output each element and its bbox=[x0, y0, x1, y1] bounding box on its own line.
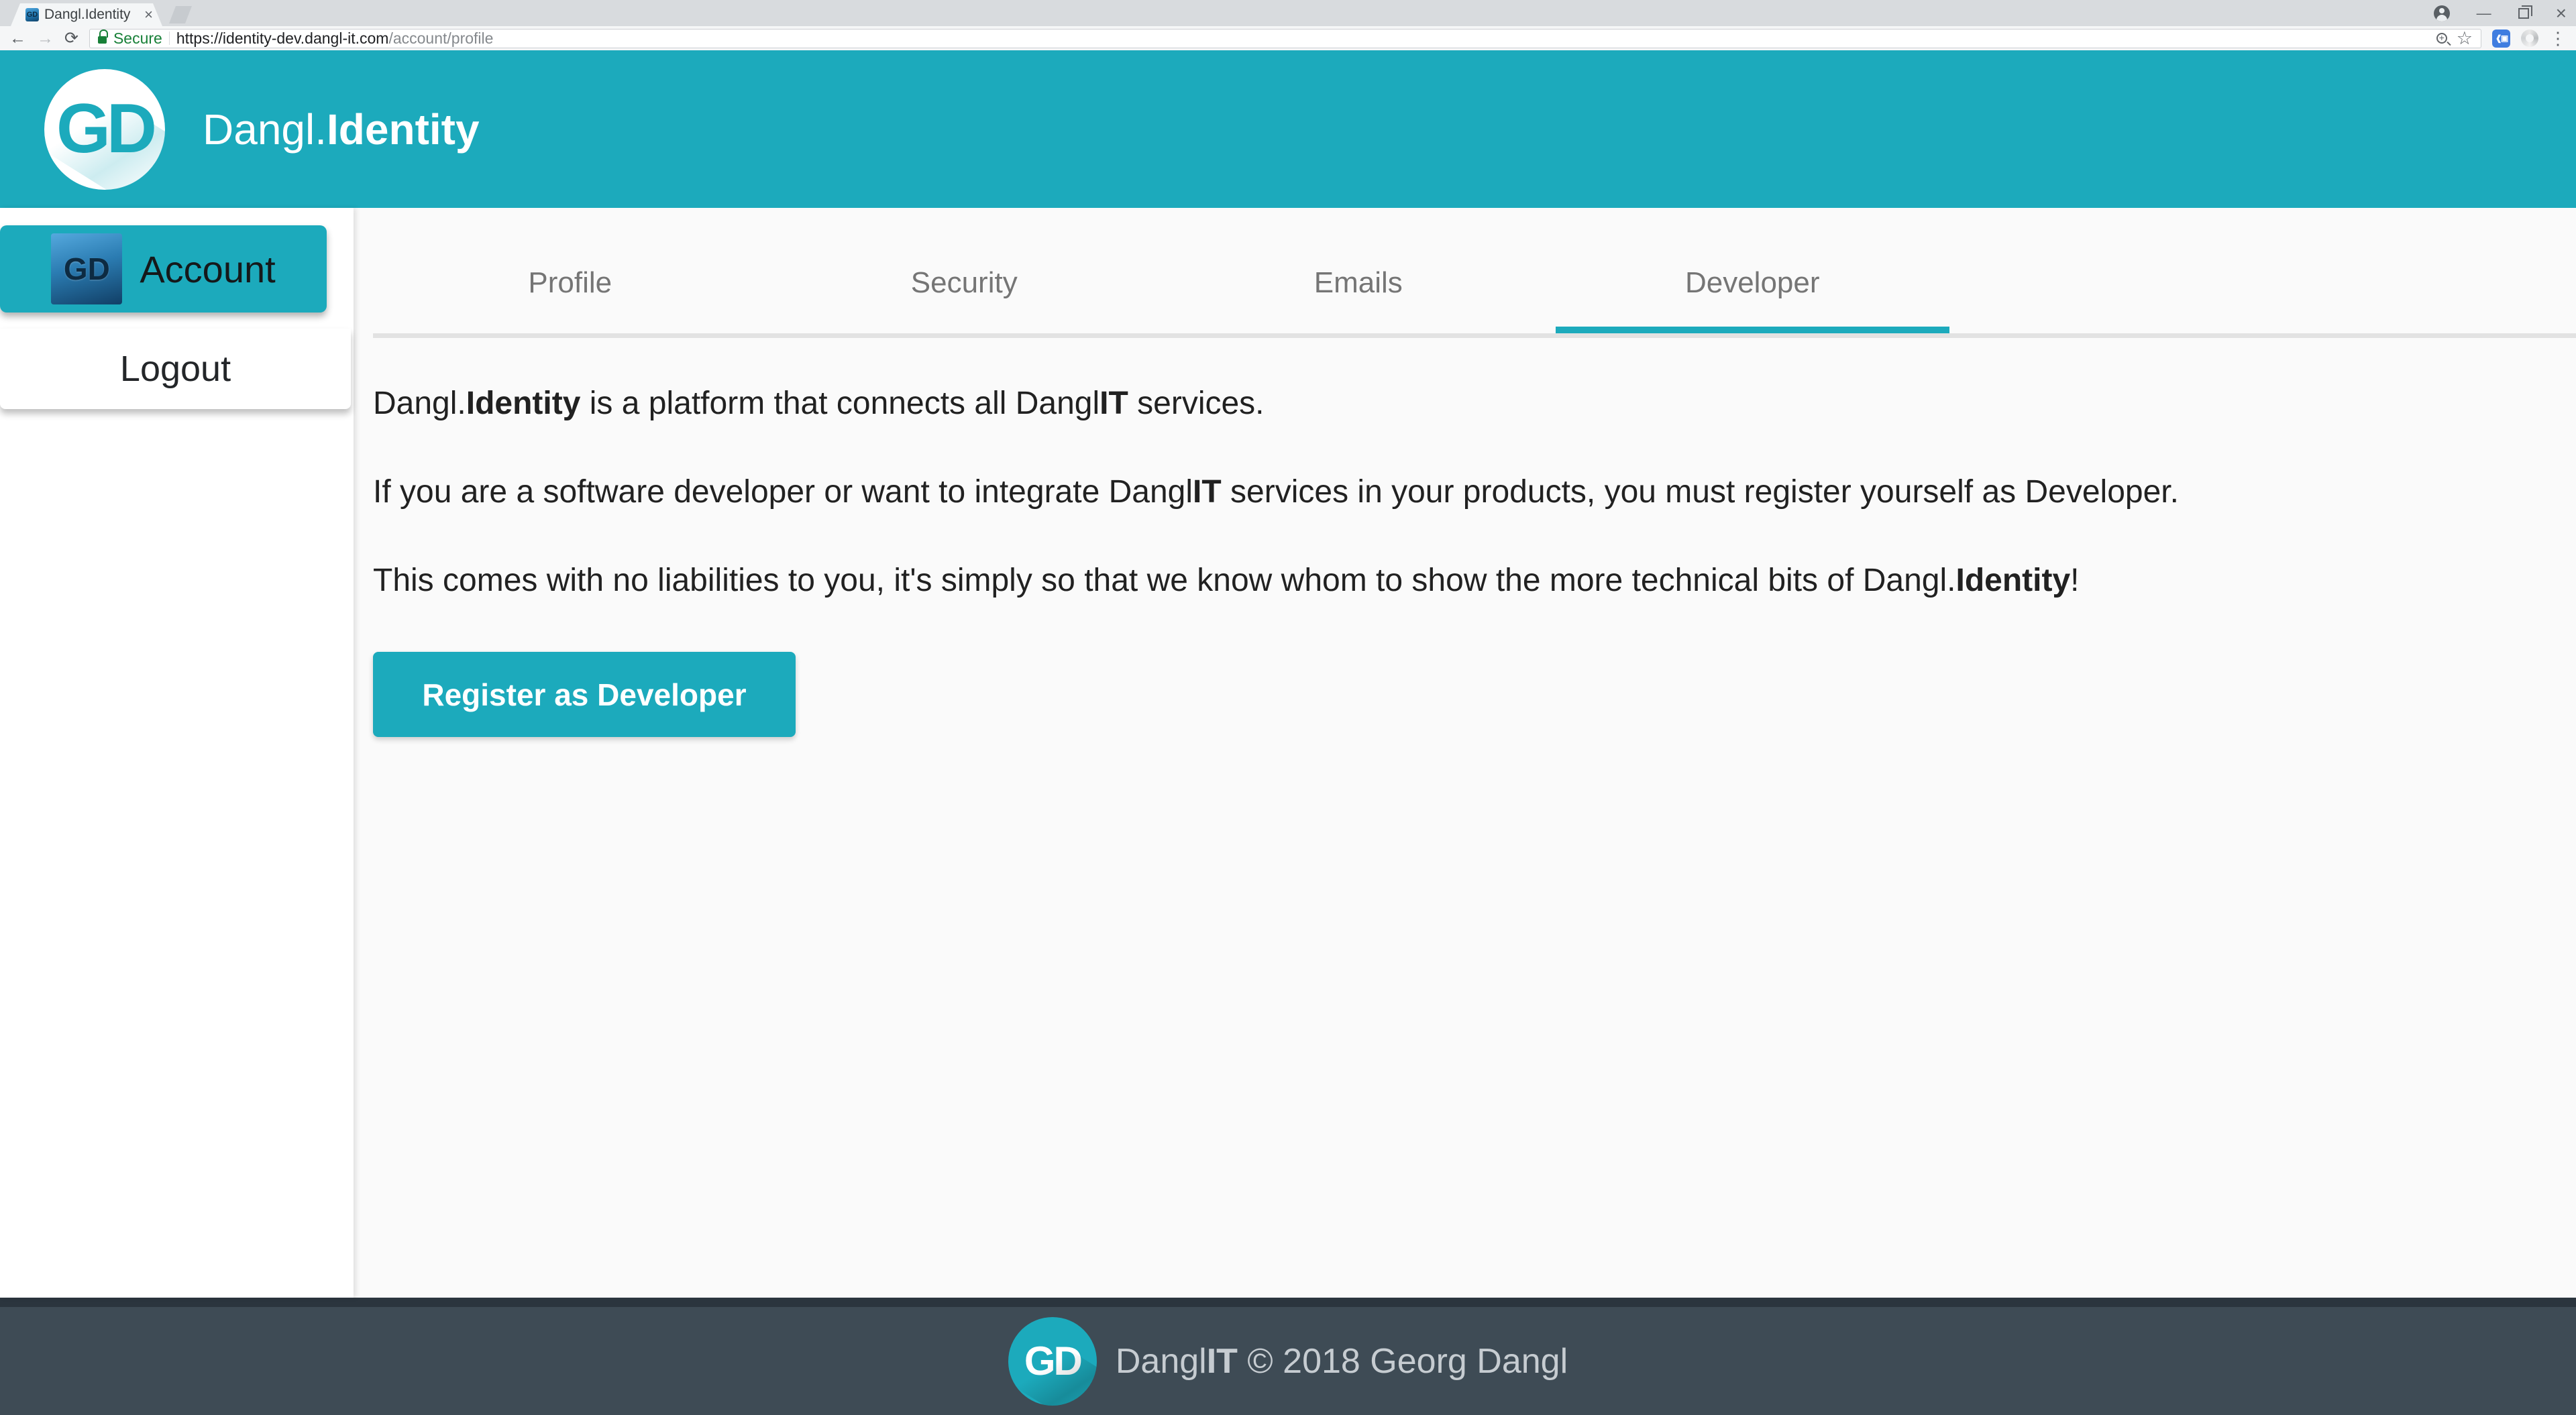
secure-label: Secure bbox=[113, 30, 162, 48]
text-segment: © 2018 Georg Dangl bbox=[1238, 1342, 1568, 1381]
browser-tab[interactable]: GD Dangl.Identity × bbox=[11, 3, 162, 26]
page-title-bold: Identity bbox=[327, 105, 480, 154]
page-title: Dangl.Identity bbox=[203, 105, 480, 154]
reload-button[interactable]: ⟳ bbox=[64, 30, 78, 47]
url-text[interactable]: https://identity-dev.dangl-it.com/accoun… bbox=[176, 30, 2430, 48]
url-path: /account/profile bbox=[388, 30, 493, 47]
tabs-bar: Profile Security Emails Developer bbox=[373, 238, 2576, 338]
browser-toolbar: ← → ⟳ Secure https://identity-dev.dangl-… bbox=[0, 26, 2576, 50]
back-button[interactable]: ← bbox=[9, 30, 26, 47]
sidebar-item-account[interactable]: GD Account bbox=[0, 225, 327, 313]
site-footer: GD DanglIT © 2018 Georg Dangl bbox=[0, 1298, 2576, 1415]
text-segment: is a platform that connects all Dangl bbox=[580, 386, 1099, 421]
text-segment-bold: IT bbox=[1099, 386, 1128, 421]
tab-emails[interactable]: Emails bbox=[1161, 238, 1556, 333]
window-controls: — × bbox=[2434, 0, 2567, 26]
site-body: GD Account Logout Profile Security Email… bbox=[0, 208, 2576, 1298]
tab-developer[interactable]: Developer bbox=[1556, 238, 1950, 333]
site-header: GD Dangl.Identity bbox=[0, 50, 2576, 208]
text-segment-bold: IT bbox=[1193, 474, 1222, 510]
text-segment-bold: Identity bbox=[1956, 563, 2071, 598]
tab-security[interactable]: Security bbox=[767, 238, 1162, 333]
forward-button[interactable]: → bbox=[37, 30, 54, 47]
browser-menu-icon[interactable]: ⋮ bbox=[2549, 30, 2567, 47]
address-bar[interactable]: Secure https://identity-dev.dangl-it.com… bbox=[89, 29, 2481, 48]
tag-extension-icon[interactable] bbox=[2492, 30, 2510, 48]
url-host: https://identity-dev.dangl-it.com bbox=[176, 30, 389, 47]
tabs-list: Profile Security Emails Developer bbox=[373, 238, 1949, 333]
text-segment-bold: Identity bbox=[466, 386, 581, 421]
intro-paragraph: Dangl.Identity is a platform that connec… bbox=[373, 381, 2426, 427]
text-segment: services in your products, you must regi… bbox=[1222, 474, 2179, 510]
text-segment: services. bbox=[1128, 386, 1265, 421]
text-segment-bold: IT bbox=[1207, 1342, 1238, 1381]
text-segment: ! bbox=[2070, 563, 2079, 598]
text-segment: This comes with no liabilities to you, i… bbox=[373, 563, 1956, 598]
text-segment: Dangl bbox=[1116, 1342, 1207, 1381]
window-restore-button[interactable] bbox=[2518, 8, 2529, 19]
footer-logo: GD bbox=[1008, 1317, 1097, 1406]
window-close-button[interactable]: × bbox=[2556, 4, 2567, 23]
browser-profile-icon[interactable] bbox=[2434, 5, 2450, 21]
text-segment: Dangl. bbox=[373, 386, 466, 421]
site-logo[interactable]: GD bbox=[44, 69, 165, 190]
browser-tabstrip: GD Dangl.Identity × — × bbox=[0, 0, 2576, 26]
bookmark-star-icon[interactable]: ☆ bbox=[2457, 30, 2473, 48]
developer-info-paragraph: If you are a software developer or want … bbox=[373, 469, 2426, 515]
browser-tab-title: Dangl.Identity bbox=[44, 7, 139, 23]
footer-copyright: DanglIT © 2018 Georg Dangl bbox=[1116, 1341, 1568, 1381]
sidebar: GD Account Logout bbox=[0, 208, 354, 1298]
window-minimize-button[interactable]: — bbox=[2477, 6, 2491, 21]
site-favicon-icon: GD bbox=[25, 8, 39, 21]
tab-close-icon[interactable]: × bbox=[144, 7, 153, 22]
page-title-prefix: Dangl. bbox=[203, 105, 327, 154]
site-logo-text: GD bbox=[56, 89, 153, 169]
liability-paragraph: This comes with no liabilities to you, i… bbox=[373, 558, 2426, 604]
footer-logo-text: GD bbox=[1024, 1338, 1081, 1384]
omnibox-divider bbox=[169, 32, 170, 45]
gd-app-icon: GD bbox=[51, 233, 122, 304]
page-zoom-icon[interactable] bbox=[2436, 33, 2447, 44]
swirl-extension-icon[interactable] bbox=[2521, 30, 2538, 47]
new-tab-button[interactable] bbox=[169, 6, 192, 23]
sidebar-item-label: Account bbox=[140, 247, 275, 291]
lock-icon bbox=[98, 34, 107, 44]
tab-profile[interactable]: Profile bbox=[373, 238, 767, 333]
sidebar-item-label: Logout bbox=[120, 348, 231, 390]
main-content: Profile Security Emails Developer Dangl.… bbox=[354, 208, 2576, 1298]
text-segment: If you are a software developer or want … bbox=[373, 474, 1193, 510]
sidebar-item-logout[interactable]: Logout bbox=[0, 329, 351, 409]
register-as-developer-button[interactable]: Register as Developer bbox=[373, 652, 796, 737]
